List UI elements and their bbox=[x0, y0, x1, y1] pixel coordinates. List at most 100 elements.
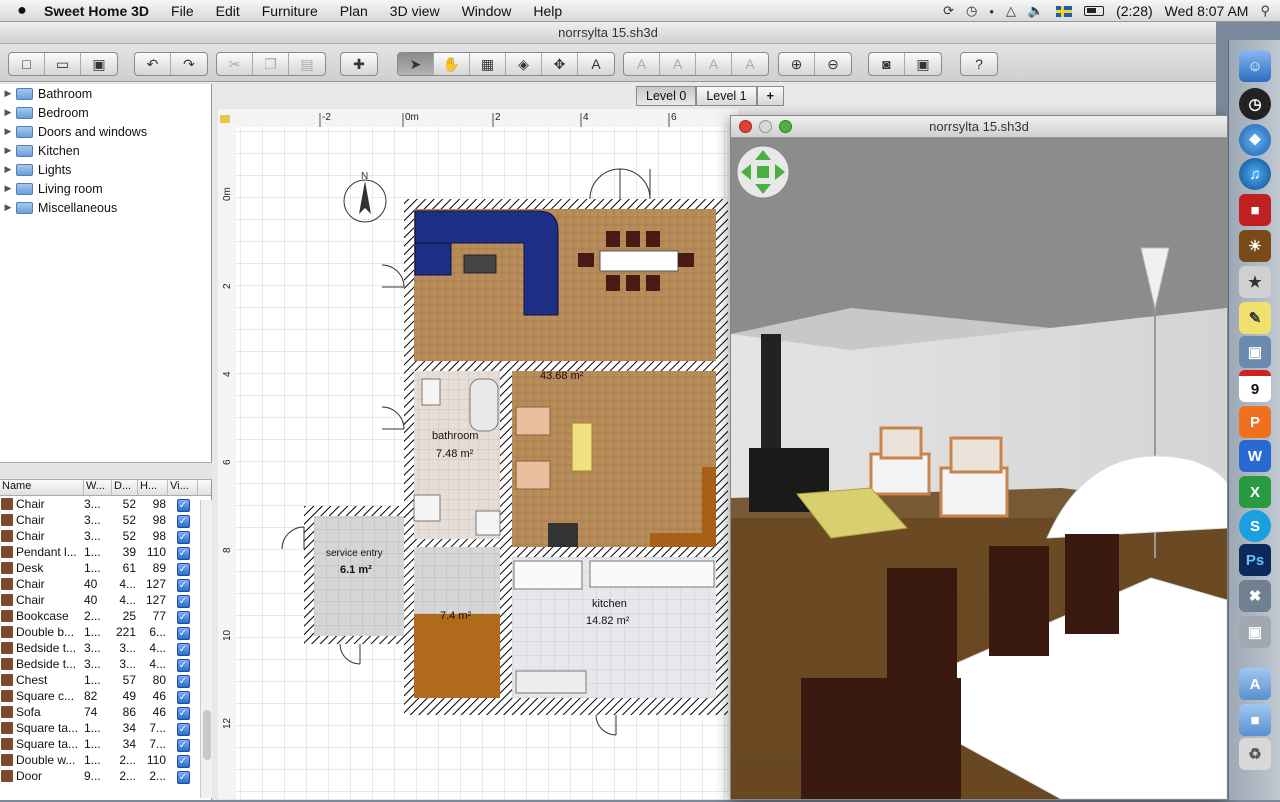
create-video-icon[interactable]: ▣ bbox=[905, 53, 941, 75]
copy-icon[interactable]: ❐ bbox=[253, 53, 289, 75]
column-height[interactable]: H... bbox=[138, 480, 168, 495]
disclosure-triangle-icon[interactable]: ▶ bbox=[0, 145, 16, 156]
zoom-in-icon[interactable]: ⊕ bbox=[779, 53, 815, 75]
table-row[interactable]: Chair 3... 52 98 ✓ bbox=[0, 496, 211, 512]
visible-checkbox[interactable]: ✓ bbox=[176, 530, 190, 544]
bluetooth-icon[interactable]: • bbox=[989, 4, 994, 19]
visible-checkbox[interactable]: ✓ bbox=[176, 690, 190, 704]
interior-wall[interactable] bbox=[500, 371, 512, 707]
itunes-icon[interactable]: ♫ bbox=[1239, 158, 1271, 190]
visible-checkbox[interactable]: ✓ bbox=[176, 770, 190, 784]
storage-wood-floor[interactable] bbox=[414, 614, 500, 698]
visible-checkbox[interactable]: ✓ bbox=[176, 658, 190, 672]
disclosure-triangle-icon[interactable]: ▶ bbox=[0, 202, 16, 213]
interior-wall[interactable] bbox=[414, 539, 500, 547]
scroll-thumb[interactable] bbox=[203, 710, 211, 760]
column-name[interactable]: Name bbox=[0, 480, 84, 495]
armchair-1[interactable] bbox=[515, 406, 551, 436]
armchair-2[interactable] bbox=[515, 460, 551, 490]
table-row[interactable]: Chest 1... 57 80 ✓ bbox=[0, 672, 211, 688]
desk[interactable] bbox=[650, 533, 716, 547]
finder-icon[interactable]: ☺ bbox=[1239, 50, 1271, 82]
open-icon[interactable]: ▭ bbox=[45, 53, 81, 75]
catalog-category[interactable]: ▶ Bedroom bbox=[0, 103, 211, 122]
table-row[interactable]: Square ta... 1... 34 7... ✓ bbox=[0, 720, 211, 736]
catalog-category[interactable]: ▶ Miscellaneous bbox=[0, 198, 211, 217]
visible-checkbox[interactable]: ✓ bbox=[176, 594, 190, 608]
service-entry-floor[interactable] bbox=[314, 516, 404, 636]
wifi-icon[interactable]: △ bbox=[1006, 3, 1016, 19]
disclosure-triangle-icon[interactable]: ▶ bbox=[0, 88, 16, 99]
imovie-icon[interactable]: ★ bbox=[1239, 266, 1271, 298]
table-row[interactable]: Chair 3... 52 98 ✓ bbox=[0, 512, 211, 528]
visible-checkbox[interactable]: ✓ bbox=[176, 642, 190, 656]
create-dimensions-icon[interactable]: ✥ bbox=[542, 53, 578, 75]
table-row[interactable]: Bedside t... 3... 3... 4... ✓ bbox=[0, 656, 211, 672]
create-rooms-icon[interactable]: ◈ bbox=[506, 53, 542, 75]
visible-checkbox[interactable]: ✓ bbox=[176, 498, 190, 512]
visible-checkbox[interactable]: ✓ bbox=[176, 754, 190, 768]
visible-checkbox[interactable]: ✓ bbox=[176, 546, 190, 560]
sync-status-icon[interactable]: ⟳ bbox=[943, 3, 954, 19]
column-depth[interactable]: D... bbox=[112, 480, 138, 495]
table-row[interactable]: Square ta... 1... 34 7... ✓ bbox=[0, 736, 211, 752]
disclosure-triangle-icon[interactable]: ▶ bbox=[0, 183, 16, 194]
kitchen-cabinets[interactable] bbox=[589, 560, 715, 588]
toilet[interactable] bbox=[421, 378, 441, 406]
furniture-list-scrollbar[interactable] bbox=[200, 500, 212, 798]
armchair[interactable] bbox=[414, 242, 452, 276]
coffee-table[interactable] bbox=[571, 422, 593, 472]
bold-text-icon[interactable]: A bbox=[696, 53, 732, 75]
menu-help[interactable]: Help bbox=[533, 3, 562, 19]
column-width[interactable]: W... bbox=[84, 480, 112, 495]
volume-icon[interactable]: 🔈 bbox=[1028, 3, 1044, 19]
column-visible[interactable]: Vi... bbox=[168, 480, 198, 495]
menu-edit[interactable]: Edit bbox=[216, 3, 240, 19]
table-row[interactable]: Pendant l... 1... 39 110 ✓ bbox=[0, 544, 211, 560]
new-home-icon[interactable]: □ bbox=[9, 53, 45, 75]
visible-checkbox[interactable]: ✓ bbox=[176, 674, 190, 688]
add-level-button[interactable]: + bbox=[756, 86, 784, 106]
battery-icon[interactable] bbox=[1084, 6, 1105, 16]
menu-3d-view[interactable]: 3D view bbox=[390, 3, 440, 19]
redo-icon[interactable]: ↷ bbox=[171, 53, 207, 75]
table-row[interactable]: Chair 40 4... 127 ✓ bbox=[0, 576, 211, 592]
visible-checkbox[interactable]: ✓ bbox=[176, 514, 190, 528]
table-row[interactable]: Double b... 1... 221 6... ✓ bbox=[0, 624, 211, 640]
catalog-category[interactable]: ▶ Living room bbox=[0, 179, 211, 198]
table-row[interactable]: Chair 3... 52 98 ✓ bbox=[0, 528, 211, 544]
decrease-text-icon[interactable]: A bbox=[660, 53, 696, 75]
italic-text-icon[interactable]: A bbox=[732, 53, 768, 75]
interior-wall[interactable] bbox=[512, 547, 716, 557]
visible-checkbox[interactable]: ✓ bbox=[176, 706, 190, 720]
spotlight-search-icon[interactable]: ⚲ bbox=[1260, 3, 1270, 19]
input-source-flag-icon[interactable] bbox=[1056, 5, 1073, 17]
tab-level-0[interactable]: Level 0 bbox=[636, 86, 697, 106]
plan-canvas[interactable]: -2 0m 2 4 6 0m24681012 N 43.68 m² bathro… bbox=[218, 109, 738, 799]
table-row[interactable]: Sofa 74 86 46 ✓ bbox=[0, 704, 211, 720]
increase-text-icon[interactable]: A bbox=[624, 53, 660, 75]
tv[interactable] bbox=[463, 254, 497, 274]
visible-checkbox[interactable]: ✓ bbox=[176, 722, 190, 736]
zoom-button[interactable] bbox=[779, 120, 792, 133]
cut-icon[interactable]: ✂ bbox=[217, 53, 253, 75]
skype-icon[interactable]: S bbox=[1239, 510, 1271, 542]
help-icon[interactable]: ? bbox=[961, 53, 997, 75]
visible-checkbox[interactable]: ✓ bbox=[176, 610, 190, 624]
zoom-out-icon[interactable]: ⊖ bbox=[815, 53, 851, 75]
table-row[interactable]: Chair 40 4... 127 ✓ bbox=[0, 592, 211, 608]
tab-level-1[interactable]: Level 1 bbox=[696, 86, 757, 106]
interior-wall[interactable] bbox=[404, 361, 514, 371]
scripts-icon[interactable]: ✖ bbox=[1239, 580, 1271, 612]
save-icon[interactable]: ▣ bbox=[81, 53, 117, 75]
menu-window[interactable]: Window bbox=[462, 3, 512, 19]
disclosure-triangle-icon[interactable]: ▶ bbox=[0, 126, 16, 137]
cabinet[interactable] bbox=[413, 494, 441, 522]
app-menu[interactable]: Sweet Home 3D bbox=[44, 3, 149, 19]
catalog-category[interactable]: ▶ Doors and windows bbox=[0, 122, 211, 141]
ical-icon[interactable]: 9 bbox=[1239, 370, 1271, 402]
apple-menu-icon[interactable]: ● bbox=[0, 2, 44, 20]
sink[interactable] bbox=[515, 670, 587, 694]
stove[interactable] bbox=[548, 523, 578, 547]
kitchen-counter[interactable] bbox=[513, 560, 583, 590]
